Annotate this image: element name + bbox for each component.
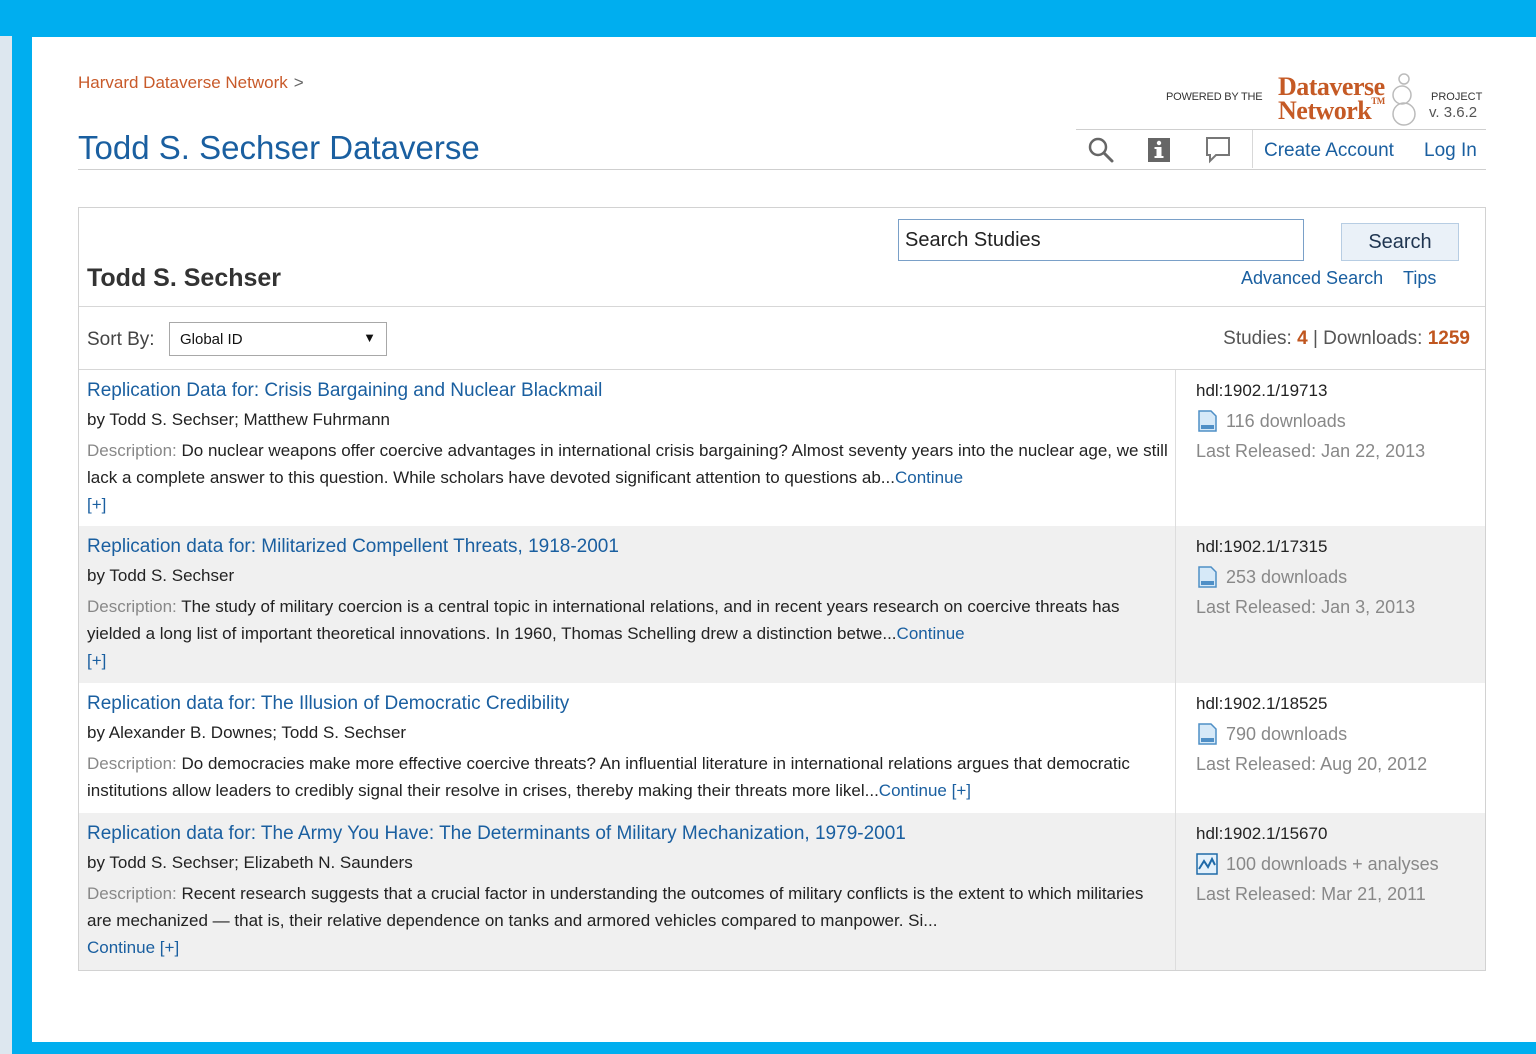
- study-title-link[interactable]: Replication data for: The Army You Have:…: [87, 823, 906, 845]
- breadcrumb-network-link[interactable]: Harvard Dataverse Network: [78, 73, 288, 92]
- sort-by-label: Sort By:: [87, 329, 155, 350]
- continue-link[interactable]: Continue: [87, 938, 155, 957]
- study-handle: hdl:1902.1/19713: [1196, 381, 1328, 400]
- study-downloads: 116 downloads: [1196, 410, 1346, 432]
- toolbar-divider: [1252, 130, 1253, 168]
- downloads-label: Downloads:: [1323, 328, 1423, 349]
- study-authors: by Alexander B. Downes; Todd S. Sechser: [87, 723, 407, 742]
- study-handle: hdl:1902.1/17315: [1196, 537, 1328, 556]
- document-icon: [1198, 410, 1217, 432]
- expand-link[interactable]: [+]: [160, 938, 179, 957]
- study-row: Replication Data for: Crisis Bargaining …: [79, 370, 1485, 526]
- study-description: Description: Recent research suggests th…: [87, 880, 1169, 961]
- panel-header: Todd S. Sechser Search Advanced Search T…: [79, 208, 1485, 307]
- continue-link[interactable]: Continue: [895, 468, 963, 487]
- sort-bar: Sort By: Global ID ▼ Studies: 4 | Downlo…: [79, 307, 1485, 370]
- description-text: Do nuclear weapons offer coercive advant…: [87, 441, 1168, 487]
- continue-link[interactable]: Continue: [897, 624, 965, 643]
- breadcrumb: Harvard Dataverse Network >: [78, 73, 304, 93]
- expand-link[interactable]: [+]: [952, 781, 971, 800]
- study-downloads: 253 downloads: [1196, 566, 1347, 588]
- info-icon[interactable]: [1144, 136, 1174, 164]
- study-meta: hdl:1902.1/15670 100 downloads + analyse…: [1175, 813, 1486, 970]
- document-icon: [1198, 566, 1217, 588]
- downloads-count: 1259: [1427, 328, 1470, 349]
- study-description: Description: Do democracies make more ef…: [87, 750, 1169, 804]
- study-handle: hdl:1902.1/15670: [1196, 824, 1328, 843]
- sort-by-select[interactable]: Global ID ▼: [169, 322, 387, 356]
- description-text: The study of military coercion is a cent…: [87, 597, 1120, 643]
- study-title-link[interactable]: Replication data for: The Illusion of De…: [87, 693, 569, 715]
- study-row: Replication data for: The Army You Have:…: [79, 813, 1485, 970]
- search-button[interactable]: Search: [1341, 223, 1459, 261]
- search-studies-input[interactable]: [898, 219, 1304, 261]
- page-title: Todd S. Sechser Dataverse: [78, 129, 480, 166]
- description-text: Do democracies make more effective coerc…: [87, 754, 1130, 800]
- study-description: Description: Do nuclear weapons offer co…: [87, 437, 1169, 518]
- comment-icon[interactable]: [1203, 136, 1233, 164]
- study-authors: by Todd S. Sechser: [87, 566, 235, 585]
- study-downloads: 100 downloads + analyses: [1196, 853, 1439, 875]
- studies-count: 4: [1297, 328, 1308, 349]
- study-title-link[interactable]: Replication Data for: Crisis Bargaining …: [87, 380, 602, 402]
- logo-rings-icon: [1392, 73, 1416, 126]
- description-label: Description:: [87, 754, 177, 773]
- top-toolbar: Create Account Log In: [1076, 129, 1486, 170]
- description-label: Description:: [87, 884, 177, 903]
- study-description: Description: The study of military coerc…: [87, 593, 1169, 674]
- chart-icon: [1196, 853, 1218, 875]
- search-icon[interactable]: [1086, 136, 1116, 164]
- sort-by-value: Global ID: [180, 331, 243, 348]
- powered-by-logo[interactable]: POWERED BY THE Dataverse NetworkTM PROJE…: [1166, 65, 1496, 127]
- study-title-link[interactable]: Replication data for: Militarized Compel…: [87, 536, 619, 558]
- study-row: Replication data for: The Illusion of De…: [79, 683, 1485, 813]
- study-released: Last Released: Jan 3, 2013: [1196, 597, 1416, 617]
- document-icon: [1198, 723, 1217, 745]
- study-stats: Studies: 4 | Downloads: 1259: [1223, 328, 1470, 350]
- expand-link[interactable]: [+]: [87, 495, 106, 514]
- study-released: Last Released: Jan 22, 2013: [1196, 441, 1426, 461]
- dataverse-name: Todd S. Sechser: [87, 264, 282, 292]
- log-in-link[interactable]: Log In: [1424, 140, 1477, 162]
- studies-label: Studies:: [1223, 328, 1292, 349]
- study-meta: hdl:1902.1/19713 116 downloads Last Rele…: [1175, 370, 1486, 526]
- study-authors: by Todd S. Sechser; Matthew Fuhrmann: [87, 410, 391, 429]
- study-downloads: 790 downloads: [1196, 723, 1347, 745]
- tips-link[interactable]: Tips: [1403, 268, 1436, 289]
- description-label: Description:: [87, 441, 177, 460]
- dropdown-arrow-icon: ▼: [363, 330, 376, 345]
- continue-link[interactable]: Continue: [879, 781, 947, 800]
- window-edge: [0, 36, 12, 1054]
- study-handle: hdl:1902.1/18525: [1196, 694, 1328, 713]
- dataverse-panel: Todd S. Sechser Search Advanced Search T…: [78, 207, 1486, 971]
- study-released: Last Released: Aug 20, 2012: [1196, 754, 1428, 774]
- advanced-search-link[interactable]: Advanced Search: [1241, 268, 1383, 289]
- expand-link[interactable]: [+]: [87, 651, 106, 670]
- study-row: Replication data for: Militarized Compel…: [79, 526, 1485, 683]
- study-meta: hdl:1902.1/17315 253 downloads Last Rele…: [1175, 526, 1486, 683]
- stats-separator: |: [1312, 328, 1318, 349]
- logo-network-text: NetworkTM: [1278, 96, 1385, 125]
- description-text: Recent research suggests that a crucial …: [87, 884, 1144, 930]
- study-released: Last Released: Mar 21, 2011: [1196, 884, 1426, 904]
- description-label: Description:: [87, 597, 177, 616]
- study-meta: hdl:1902.1/18525 790 downloads Last Rele…: [1175, 683, 1486, 813]
- study-authors: by Todd S. Sechser; Elizabeth N. Saunder…: [87, 853, 413, 872]
- powered-by-text: POWERED BY THE: [1166, 91, 1263, 103]
- project-text: PROJECT: [1431, 91, 1483, 103]
- version-text: v. 3.6.2: [1429, 104, 1478, 121]
- create-account-link[interactable]: Create Account: [1264, 140, 1394, 162]
- breadcrumb-separator: >: [293, 73, 304, 92]
- page: Harvard Dataverse Network > Todd S. Sechs…: [32, 37, 1536, 1042]
